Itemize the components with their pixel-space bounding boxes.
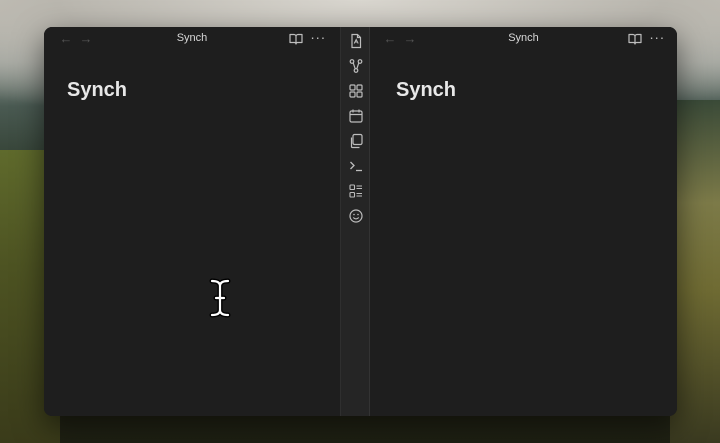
right-more-options-button[interactable]: ··· <box>649 29 665 45</box>
left-reading-view-button[interactable] <box>288 31 304 47</box>
graph-view-icon[interactable] <box>348 58 364 74</box>
app-window: ← → Synch ··· Synch ← → Synch ··· Synch <box>44 27 677 416</box>
text-cursor-icon <box>209 278 231 318</box>
command-palette-icon[interactable] <box>348 158 364 174</box>
right-reading-view-button[interactable] <box>627 31 643 47</box>
ribbon-sidebar <box>340 27 370 416</box>
left-editor-pane[interactable]: ← → Synch ··· Synch <box>44 27 340 416</box>
book-open-icon <box>289 33 303 45</box>
templates-icon[interactable] <box>348 133 364 149</box>
smiley-icon[interactable] <box>348 208 364 224</box>
canvas-icon[interactable] <box>348 83 364 99</box>
left-note-heading: Synch <box>67 79 128 101</box>
left-more-options-button[interactable]: ··· <box>310 29 326 45</box>
book-open-icon <box>628 33 642 45</box>
daily-note-icon[interactable] <box>348 108 364 124</box>
checklist-icon[interactable] <box>348 183 364 199</box>
note-icon[interactable] <box>348 33 364 49</box>
wallpaper-right <box>670 100 720 443</box>
right-tab-header: ← → Synch ··· <box>370 27 677 51</box>
left-tab-header: ← → Synch ··· <box>44 27 340 51</box>
right-note-heading: Synch <box>396 79 457 101</box>
right-editor-pane[interactable]: ← → Synch ··· Synch <box>370 27 677 416</box>
